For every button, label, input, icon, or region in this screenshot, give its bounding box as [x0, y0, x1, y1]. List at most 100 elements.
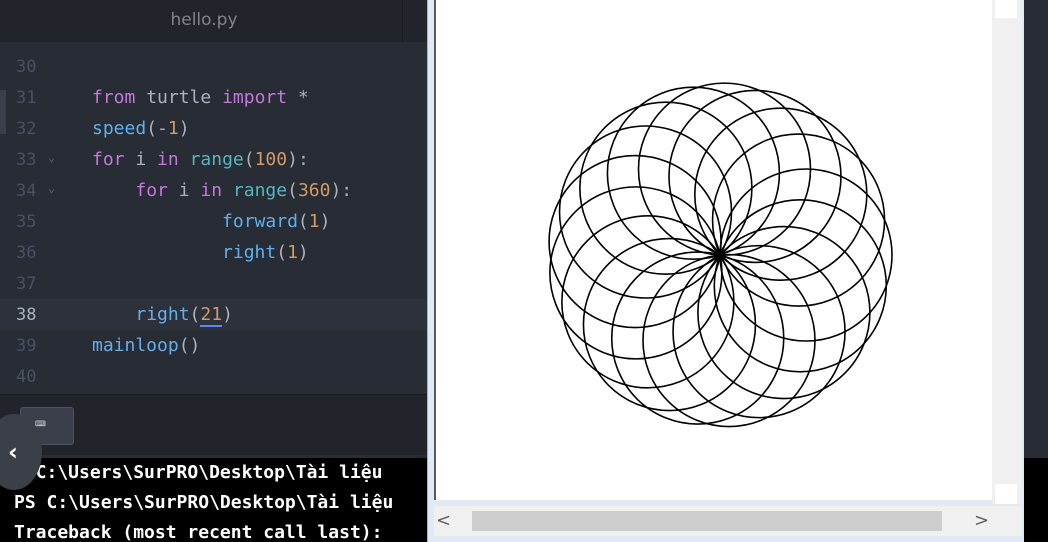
turtle-graphics-window: < > [427, 0, 1025, 542]
line-number: 34 [16, 181, 37, 201]
chevron-left-icon: ‹ [8, 438, 18, 466]
code-token: ( [243, 149, 255, 170]
line-number: 40 [16, 367, 37, 387]
code-text: for i in range(360): [92, 180, 352, 201]
code-text: mainloop() [92, 335, 200, 356]
terminal-right-edge [1024, 458, 1048, 542]
code-token: 1 [167, 118, 179, 139]
code-token: speed [92, 118, 147, 139]
code-token: ) [319, 211, 331, 232]
line-number: 33 [16, 150, 37, 170]
code-token: in [157, 149, 179, 170]
code-token: 100 [254, 149, 288, 170]
bottom-panel-bar: ⌨ [0, 394, 430, 455]
code-token: import [222, 87, 288, 108]
terminal-line: C:\Users\SurPRO\Desktop\Tài liệu [14, 462, 383, 483]
scroll-left-icon[interactable]: < [436, 510, 451, 531]
turtle-canvas[interactable] [434, 0, 992, 500]
code-token: forward [222, 211, 298, 232]
line-number: 38 [16, 305, 37, 325]
code-editor[interactable]: hello.py 30 31 from turtle import * 32 speed… [0, 0, 430, 542]
tab-hello-py[interactable]: hello.py [6, 0, 403, 42]
code-text: forward(1) [92, 211, 330, 232]
vertical-scroll-track-end [995, 484, 1017, 504]
line-number: 32 [16, 119, 37, 139]
code-token: ): [330, 180, 353, 201]
code-token: ) [222, 304, 233, 325]
code-line[interactable]: 39 mainloop() [0, 330, 430, 361]
code-token: mainloop [92, 335, 179, 356]
code-token: 1 [287, 242, 298, 263]
line-number: 31 [16, 88, 37, 108]
code-line[interactable]: 36 right(1) [0, 237, 430, 268]
turtle-drawing [548, 82, 893, 428]
line-number: 39 [16, 336, 37, 356]
code-line[interactable]: 37 [0, 268, 430, 299]
code-token: ) [178, 118, 190, 139]
code-line[interactable]: 33 ⌄ for i in range(100): [0, 144, 430, 175]
line-number: 30 [16, 57, 37, 77]
code-token: in [200, 180, 223, 201]
code-token: ): [287, 149, 309, 170]
terminal-line: PS C:\Users\SurPRO\Desktop\Tài liệu [14, 492, 394, 513]
code-token: ( [276, 242, 288, 263]
code-line[interactable]: 35 forward(1) [0, 206, 430, 237]
horizontal-scroll-thumb[interactable] [472, 511, 942, 531]
scrollbar-corner [992, 506, 1022, 536]
tab-label: hello.py [170, 10, 238, 30]
code-text: speed(-1) [92, 118, 190, 139]
code-token: for [92, 149, 125, 170]
vertical-scroll-thumb[interactable] [995, 0, 1017, 18]
code-line[interactable]: 32 speed(-1) [0, 113, 430, 144]
code-line[interactable]: 40 [0, 361, 430, 392]
code-token: ( [297, 211, 309, 232]
code-line[interactable]: 30 [0, 51, 430, 82]
tab-bar: hello.py [0, 0, 430, 42]
code-text: right(1) [92, 242, 309, 263]
editor-right-edge [1024, 0, 1048, 542]
code-text: for i in range(100): [92, 149, 309, 170]
code-token: i [167, 180, 201, 201]
vertical-scrollbar[interactable] [992, 0, 1022, 504]
code-token: () [178, 335, 201, 356]
code-token: i [124, 149, 158, 170]
code-token: ) [297, 242, 309, 263]
turtle-circle [668, 89, 842, 264]
code-line[interactable]: 31 from turtle import * [0, 82, 430, 113]
code-token: right [135, 304, 190, 325]
code-line[interactable]: 34 ⌄ for i in range(360): [0, 175, 430, 206]
code-token: for [135, 180, 168, 201]
code-token: 21 [200, 304, 223, 327]
code-token: turtle [135, 87, 223, 108]
line-number: 37 [16, 274, 37, 294]
code-token: right [222, 242, 277, 263]
terminal-line: Traceback (most recent call last): [14, 522, 383, 542]
code-token: range [189, 149, 244, 170]
horizontal-scrollbar[interactable]: < > [434, 506, 992, 536]
turtle-cursor-icon [716, 251, 724, 259]
code-token: ( [189, 304, 201, 325]
code-token: from [92, 87, 136, 108]
code-text: from turtle import * [92, 87, 309, 108]
code-text: right(21) [92, 304, 233, 327]
scroll-right-icon[interactable]: > [974, 510, 989, 531]
line-number: 36 [16, 243, 37, 263]
code-token: * [287, 87, 309, 108]
turtle-circle [711, 133, 886, 307]
code-token: (- [146, 118, 168, 139]
fold-chevron-icon[interactable]: ⌄ [48, 181, 55, 195]
terminal-output[interactable]: C:\Users\SurPRO\Desktop\Tài liệu PS C:\U… [0, 458, 430, 542]
fold-chevron-icon[interactable]: ⌄ [48, 150, 55, 164]
line-number: 35 [16, 212, 37, 232]
code-token: 1 [308, 211, 320, 232]
code-token: range [232, 180, 288, 201]
code-line[interactable]: 38 right(21) [0, 299, 430, 330]
code-token: ( [287, 180, 298, 201]
code-token: 360 [297, 180, 331, 201]
